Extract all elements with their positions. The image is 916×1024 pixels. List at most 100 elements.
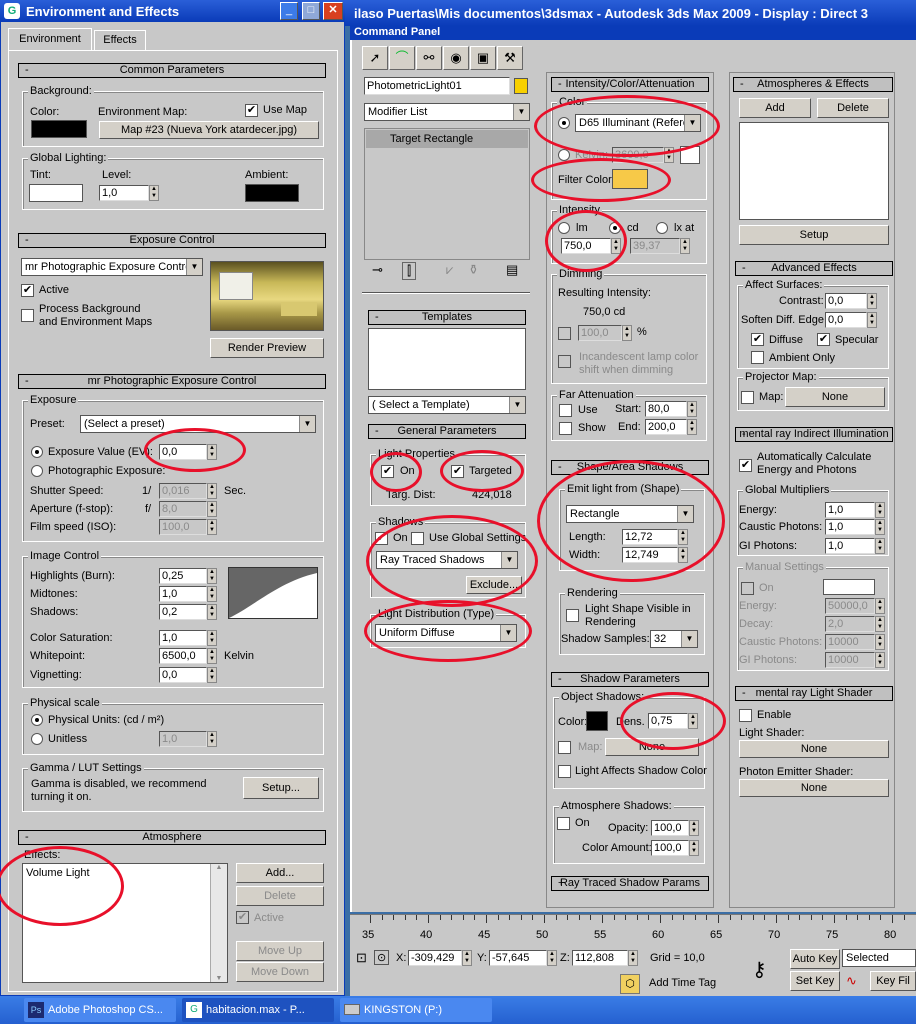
atmos-setup-button[interactable]: Setup [739, 225, 889, 245]
absolute-mode-icon[interactable]: ⊙ [374, 950, 390, 965]
lock-selection-icon[interactable]: ⊡ [356, 950, 367, 966]
timeline-ruler[interactable]: 35 40 45 50 55 60 65 70 75 80 [350, 914, 916, 944]
move-down-button[interactable]: Move Down [236, 962, 324, 982]
common-params-header[interactable]: - Common Parameters [18, 63, 326, 78]
soften-field[interactable]: 0,0 [825, 312, 867, 328]
mr-light-shader-header[interactable]: - mental ray Light Shader [735, 686, 893, 701]
far-show-checkbox[interactable] [559, 422, 572, 435]
far-start-spinner[interactable]: ▲ ▼ [687, 401, 697, 417]
scroll-up-icon[interactable]: ▲ [211, 864, 227, 871]
intensity-spinner[interactable]: ▲ ▼ [611, 238, 621, 254]
bg-color-swatch[interactable] [31, 120, 87, 138]
whitepoint-field[interactable]: 6500,0 [159, 648, 207, 664]
minimize-button[interactable]: _ [280, 2, 298, 20]
dimming-percent-field[interactable]: 100,0 [578, 325, 622, 341]
shadow-parameters-header[interactable]: - Shadow Parameters [551, 672, 709, 687]
gamma-setup-button[interactable]: Setup... [243, 777, 319, 799]
far-end-spinner[interactable]: ▲ ▼ [687, 419, 697, 435]
tab-effects[interactable]: Effects [94, 30, 146, 50]
motion-tab-icon[interactable]: ◉ [443, 46, 469, 70]
manual-caustic-field[interactable]: 10000 [825, 634, 875, 650]
dimming-checkbox[interactable] [558, 327, 571, 340]
color-saturation-field[interactable]: 1,0 [159, 630, 207, 646]
length-spinner[interactable]: ▲ ▼ [678, 529, 688, 545]
list-scrollbar[interactable]: ▲ ▼ [210, 864, 227, 982]
manual-on-checkbox[interactable] [741, 582, 754, 595]
atmo-shadows-on-checkbox[interactable] [557, 817, 570, 830]
ambient-swatch[interactable] [245, 184, 299, 202]
level-spinner[interactable]: ▲ ▼ [149, 185, 159, 201]
aperture-field[interactable]: 8,0 [159, 501, 207, 517]
film-speed-field[interactable]: 100,0 [159, 519, 207, 535]
shadows-spinner[interactable]: ▲ ▼ [207, 604, 217, 620]
shadow-color-swatch[interactable] [586, 711, 608, 731]
selected-set-dropdown[interactable]: Selected [842, 949, 916, 967]
taskbar-item-photoshop[interactable]: Ps Adobe Photoshop CS... [24, 998, 176, 1022]
x-coord-field[interactable]: -309,429 [408, 950, 462, 966]
show-end-result-icon[interactable]: ⫿ [402, 262, 417, 280]
manual-energy-field[interactable]: 50000,0 [825, 598, 875, 614]
x-coord-spinner[interactable]: ▲ ▼ [462, 950, 472, 966]
energy-spinner[interactable]: ▲ ▼ [875, 502, 885, 518]
advanced-effects-header[interactable]: - Advanced Effects [735, 261, 893, 276]
dimming-spinner[interactable]: ▲ ▼ [622, 325, 632, 341]
shadow-map-checkbox[interactable] [558, 741, 571, 754]
caustic-photons-spinner[interactable]: ▲ ▼ [875, 519, 885, 535]
unitless-field[interactable]: 1,0 [159, 731, 207, 747]
light-shader-button[interactable]: None [739, 740, 889, 758]
time-tag-icon[interactable]: ⬡ [620, 974, 640, 994]
ev-radio[interactable] [31, 446, 43, 458]
raytraced-params-header[interactable]: + Ray Traced Shadow Params [551, 876, 709, 891]
manual-color-swatch[interactable] [823, 579, 875, 595]
key-tangent-icon[interactable]: ∿ [846, 973, 857, 989]
set-key-button[interactable]: Set Key [790, 971, 840, 991]
color-amount-field[interactable]: 100,0 [651, 840, 689, 856]
shape-shadows-header[interactable]: - Shape/Area Shadows [551, 460, 709, 475]
distribution-dropdown[interactable]: Uniform Diffuse ▼ [375, 624, 517, 642]
lm-radio[interactable] [558, 222, 570, 234]
atmo-delete-button[interactable]: Delete [236, 886, 324, 906]
make-unique-icon[interactable]: ⩗ [446, 262, 453, 278]
y-coord-spinner[interactable]: ▲ ▼ [547, 950, 557, 966]
width-field[interactable]: 12,749 [622, 547, 678, 563]
shadows-on-checkbox[interactable]: ✔ [375, 532, 388, 545]
shutter-spinner[interactable]: ▲ ▼ [207, 483, 217, 499]
templates-list[interactable] [368, 328, 526, 390]
ambient-only-checkbox[interactable] [751, 351, 764, 364]
manual-energy-spinner[interactable]: ▲ ▼ [875, 598, 885, 614]
move-up-button[interactable]: Move Up [236, 941, 324, 961]
object-color-swatch[interactable] [514, 78, 528, 94]
manual-gi-spinner[interactable]: ▲ ▼ [875, 652, 885, 668]
shadow-map-button[interactable]: None [605, 738, 699, 756]
tab-environment[interactable]: Environment [8, 28, 92, 50]
remove-modifier-icon[interactable]: ⚱ [468, 262, 479, 278]
pin-stack-icon[interactable]: ⊸ [372, 262, 383, 278]
shadow-samples-dropdown[interactable]: 32 ▼ [650, 630, 698, 648]
gi-photons-field[interactable]: 1,0 [825, 538, 875, 554]
key-filters-button[interactable]: Key Fil [870, 971, 916, 991]
width-spinner[interactable]: ▲ ▼ [678, 547, 688, 563]
object-name-field[interactable]: PhotometricLight01 [364, 77, 510, 95]
y-coord-field[interactable]: -57,645 [489, 950, 547, 966]
taskbar-item-kingston[interactable]: KINGSTON (P:) [340, 998, 492, 1022]
vignetting-field[interactable]: 0,0 [159, 667, 207, 683]
stack-item-target-rectangle[interactable]: Target Rectangle [366, 130, 528, 148]
diffuse-checkbox[interactable]: ✔ [751, 333, 764, 346]
kelvin-color-swatch[interactable] [680, 146, 700, 164]
far-start-field[interactable]: 80,0 [645, 401, 687, 417]
color-saturation-spinner[interactable]: ▲ ▼ [207, 630, 217, 646]
opacity-field[interactable]: 100,0 [651, 820, 689, 836]
affects-shadow-color-checkbox[interactable] [558, 765, 571, 778]
ev-field[interactable]: 0,0 [159, 444, 207, 460]
light-shape-visible-checkbox[interactable] [566, 609, 579, 622]
filter-color-swatch[interactable] [612, 169, 648, 189]
highlights-field[interactable]: 0,25 [159, 568, 207, 584]
cd-radio[interactable] [609, 222, 621, 234]
incandescent-checkbox[interactable] [558, 355, 571, 368]
manual-caustic-spinner[interactable]: ▲ ▼ [875, 634, 885, 650]
contrast-spinner[interactable]: ▲ ▼ [867, 293, 877, 309]
configure-sets-icon[interactable]: ▤ [506, 262, 518, 278]
film-speed-spinner[interactable]: ▲ ▼ [207, 519, 217, 535]
projector-map-button[interactable]: None [785, 387, 885, 407]
atmos-delete-button[interactable]: Delete [817, 98, 889, 118]
